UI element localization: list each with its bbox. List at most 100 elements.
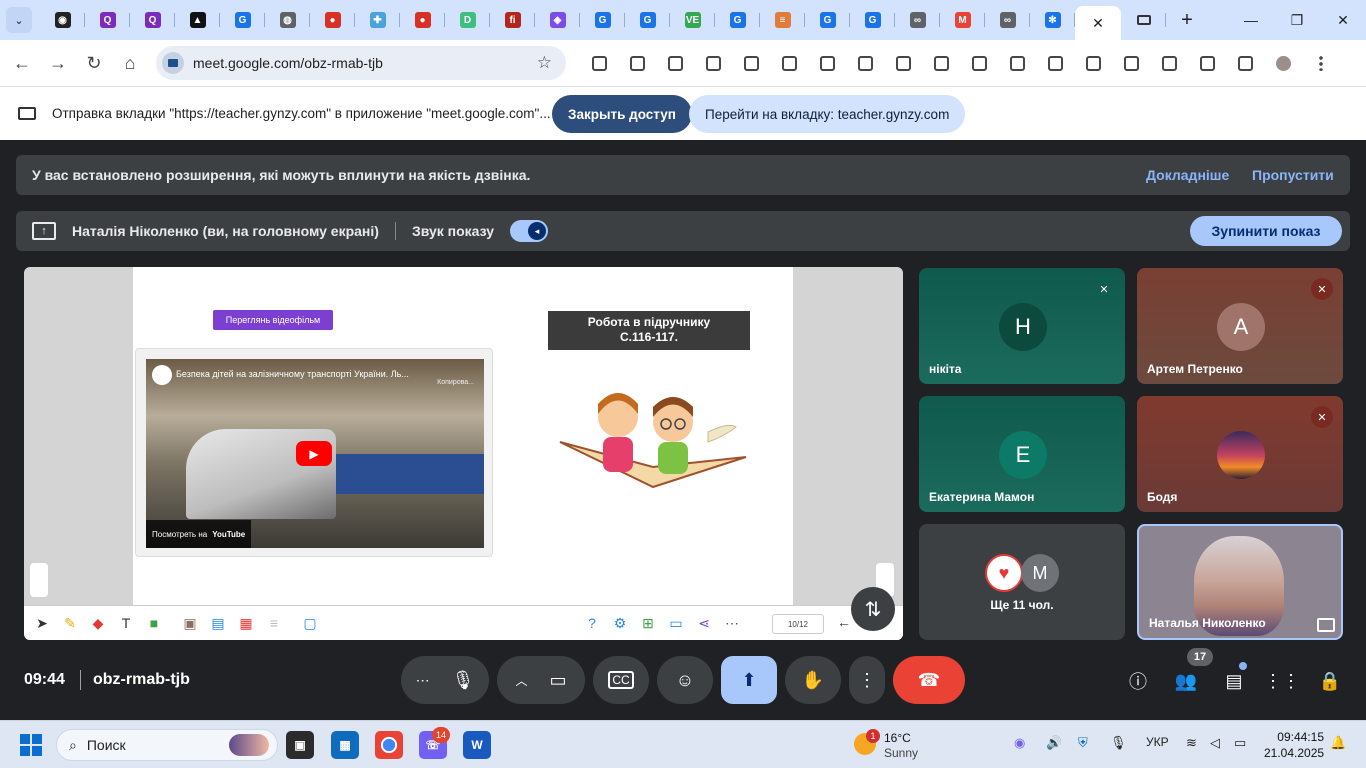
copy-link-label[interactable]: Копирова...: [437, 379, 474, 386]
profile-avatar[interactable]: [1264, 48, 1302, 78]
qr-code-icon[interactable]: [998, 48, 1036, 78]
minimize-button[interactable]: —: [1228, 0, 1274, 40]
pointer-icon[interactable]: ➤: [28, 615, 56, 632]
share-sound-toggle[interactable]: ◂: [510, 220, 549, 242]
host-controls-icon[interactable]: 🔒: [1315, 666, 1345, 696]
close-window-button[interactable]: ✕: [1320, 0, 1366, 40]
back-button[interactable]: ←: [4, 45, 40, 81]
browser-tab[interactable]: ∞: [985, 4, 1030, 36]
browser-tab[interactable]: G: [220, 4, 265, 36]
browser-tab[interactable]: VE: [670, 4, 715, 36]
restore-button[interactable]: ❐: [1274, 0, 1320, 40]
more-audio-options-icon[interactable]: ⋯: [416, 672, 430, 689]
chrome-icon[interactable]: [375, 731, 403, 759]
table-icon[interactable]: [1150, 48, 1188, 78]
participant-tile[interactable]: ✕ А Артем Петренко: [1137, 268, 1343, 384]
youtube-video[interactable]: Безпека дітей на залізничному транспорті…: [146, 359, 484, 548]
activities-icon[interactable]: ⋮⋮: [1264, 666, 1300, 696]
trash-icon[interactable]: [846, 48, 884, 78]
leave-call-button[interactable]: ☎: [893, 656, 965, 704]
bookmark-star-icon[interactable]: ☆: [537, 53, 552, 73]
battery-icon[interactable]: ▭: [1234, 735, 1246, 751]
browser-tab[interactable]: ≡: [760, 4, 805, 36]
code-icon[interactable]: [1188, 48, 1226, 78]
browser-tab[interactable]: fi: [490, 4, 535, 36]
stop-presenting-button[interactable]: Зупинити показ: [1190, 216, 1342, 246]
browser-tab[interactable]: G: [805, 4, 850, 36]
shapes-icon[interactable]: ■: [140, 615, 168, 631]
taskbar-clock[interactable]: 09:44:15 21.04.2025: [1264, 729, 1324, 761]
browser-tab[interactable]: M: [940, 4, 985, 36]
participant-tile[interactable]: Е Екатерина Мамон: [919, 396, 1125, 512]
volume-tray-icon[interactable]: 🔊: [1046, 735, 1062, 751]
raise-hand-button[interactable]: ✋: [785, 656, 841, 704]
address-url[interactable]: meet.google.com/obz-rmab-tjb: [193, 55, 383, 71]
watch-on-youtube[interactable]: Посмотреть на YouTube: [146, 520, 252, 548]
media-icon[interactable]: ▦: [232, 615, 260, 632]
windows-start-icon[interactable]: [20, 734, 42, 756]
play-icon[interactable]: ▶: [296, 441, 332, 466]
eraser-icon[interactable]: ◆: [84, 615, 112, 632]
picture-in-picture-icon[interactable]: [1317, 618, 1335, 632]
add-page-icon[interactable]: ⊞: [634, 615, 662, 632]
tab-search-button[interactable]: ⌄: [6, 7, 32, 33]
page-indicator[interactable]: 10/12: [772, 614, 824, 634]
browser-tab[interactable]: ◍: [265, 4, 310, 36]
reader-icon[interactable]: [808, 48, 846, 78]
window-icon[interactable]: ▢: [296, 615, 324, 632]
performance-icon[interactable]: [1226, 48, 1264, 78]
forward-button[interactable]: →: [40, 45, 76, 81]
more-icon[interactable]: ⋯: [718, 615, 746, 632]
camera-icon[interactable]: ▭: [550, 670, 567, 691]
emoji-button[interactable]: ☺: [657, 656, 713, 704]
defender-icon[interactable]: ⛨: [1078, 735, 1088, 751]
notification-bell-icon[interactable]: 🔔: [1330, 735, 1346, 751]
viber-tray-icon[interactable]: ◉: [1014, 735, 1025, 751]
watch-video-button[interactable]: Переглянь відеофільм: [213, 310, 333, 330]
reload-button[interactable]: ↻: [76, 45, 112, 81]
browser-tab[interactable]: ●: [310, 4, 355, 36]
present-button[interactable]: ⬆: [721, 656, 777, 704]
new-tab-button[interactable]: +: [1172, 9, 1202, 32]
meet-camera-icon[interactable]: [162, 52, 184, 74]
extension-icon-1[interactable]: [618, 48, 656, 78]
menu-icon[interactable]: [1302, 48, 1340, 78]
translate-icon[interactable]: [960, 48, 998, 78]
language-indicator[interactable]: УКР: [1146, 735, 1169, 749]
lines-icon[interactable]: ≡: [260, 615, 288, 631]
chat-icon[interactable]: ▤: [1219, 666, 1249, 696]
taskbar-search[interactable]: ⌕ Поиск: [56, 729, 278, 761]
reading-mode-icon[interactable]: [1036, 48, 1074, 78]
print-icon[interactable]: [884, 48, 922, 78]
mic-tray-icon[interactable]: 🎙: [1110, 735, 1127, 751]
address-bar[interactable]: meet.google.com/obz-rmab-tjb ☆: [156, 46, 566, 80]
swap-view-icon[interactable]: ⇅: [851, 587, 895, 631]
participant-tile[interactable]: ✕ Н нікіта: [919, 268, 1125, 384]
browser-tab[interactable]: ▲: [175, 4, 220, 36]
browser-tab[interactable]: Q: [130, 4, 175, 36]
skip-link[interactable]: Пропустити: [1252, 167, 1334, 183]
home-button[interactable]: ⌂: [112, 45, 148, 81]
help-icon[interactable]: ?: [578, 615, 606, 631]
more-participants-tile[interactable]: ♥ М Ще 11 чол.: [919, 524, 1125, 640]
browser-tab[interactable]: G: [580, 4, 625, 36]
card-icon[interactable]: [694, 48, 732, 78]
tab-active-meet[interactable]: ✕: [1075, 6, 1121, 40]
self-view-tile[interactable]: Наталья Николенко: [1137, 524, 1343, 640]
more-options-button[interactable]: ⋮: [849, 656, 885, 704]
link-icon[interactable]: [1074, 48, 1112, 78]
location-icon[interactable]: [732, 48, 770, 78]
captions-button[interactable]: CC: [593, 656, 649, 704]
text-tool-icon[interactable]: T: [112, 615, 140, 631]
word-icon[interactable]: W: [463, 731, 491, 759]
browser-tab[interactable]: ∞: [895, 4, 940, 36]
wifi-icon[interactable]: ≋: [1186, 735, 1197, 751]
participant-tile[interactable]: ✕ Бодя: [1137, 396, 1343, 512]
pencil-icon[interactable]: ✎: [56, 615, 84, 632]
browser-tab[interactable]: G: [850, 4, 895, 36]
browser-tab[interactable]: ●: [400, 4, 445, 36]
microphone-icon[interactable]: 🎙: [452, 670, 475, 691]
browser-tab[interactable]: ✚: [355, 4, 400, 36]
browser-tab[interactable]: G: [625, 4, 670, 36]
browser-tab[interactable]: Q: [85, 4, 130, 36]
